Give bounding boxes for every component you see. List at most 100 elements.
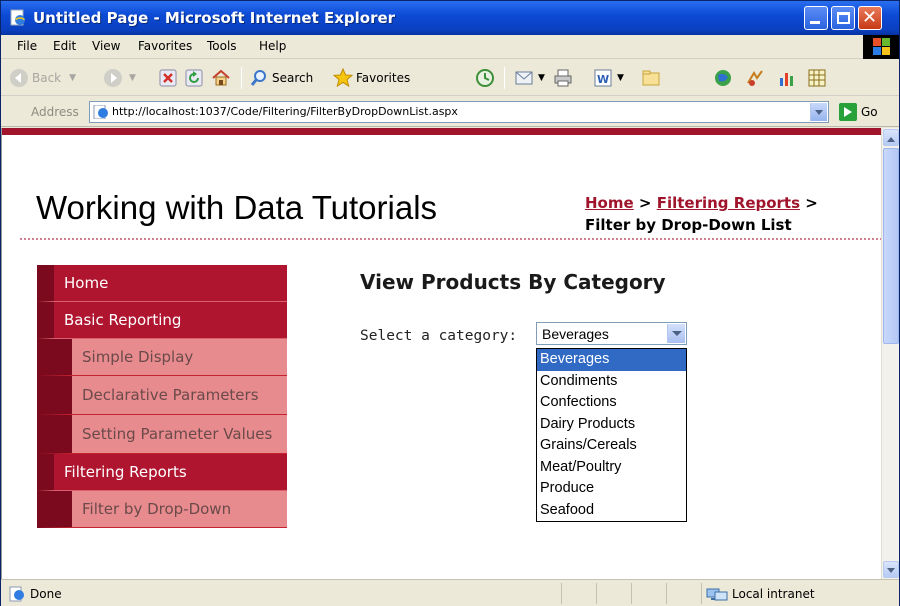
- browser-window: Untitled Page - Microsoft Internet Explo…: [0, 0, 900, 606]
- category-select-value: Beverages: [542, 326, 609, 342]
- menu-view[interactable]: View: [92, 39, 120, 53]
- page-icon: [93, 105, 108, 119]
- history-button[interactable]: [475, 66, 495, 90]
- page-viewport: Working with Data Tutorials Home > Filte…: [1, 128, 881, 579]
- forward-button[interactable]: ▼: [103, 66, 136, 90]
- category-option[interactable]: Confections: [537, 392, 686, 414]
- svg-text:W: W: [597, 73, 609, 86]
- back-button[interactable]: Back ▼: [9, 66, 76, 90]
- research-icon: [747, 70, 763, 86]
- menu-edit[interactable]: Edit: [53, 39, 76, 53]
- category-option[interactable]: Dairy Products: [537, 414, 686, 436]
- search-label: Search: [272, 71, 314, 85]
- stop-button[interactable]: [159, 66, 177, 90]
- sidebar-menu: Home Basic Reporting Simple Display Decl…: [37, 265, 287, 528]
- toolbar: Back ▼ ▼ Search Favorites ▼ W ▼: [1, 60, 899, 96]
- window-title: Untitled Page - Microsoft Internet Explo…: [33, 9, 396, 27]
- print-button[interactable]: [553, 66, 573, 90]
- mail-dropdown-icon: ▼: [538, 73, 545, 83]
- stop-icon: [159, 69, 177, 87]
- status-panel-divider: [561, 583, 562, 604]
- close-icon: ✕: [862, 7, 878, 28]
- header-accent-bar: [2, 128, 881, 135]
- menu-file[interactable]: File: [17, 39, 37, 53]
- scroll-up-arrow-icon[interactable]: [883, 129, 899, 146]
- menu-favorites[interactable]: Favorites: [138, 39, 192, 53]
- intranet-icon: [706, 588, 728, 601]
- close-button[interactable]: ✕: [858, 6, 882, 30]
- chart-icon: [780, 73, 793, 86]
- tools-button[interactable]: [777, 66, 797, 90]
- go-button[interactable]: Go: [839, 103, 878, 121]
- grid-button[interactable]: [807, 66, 827, 90]
- scroll-thumb[interactable]: [883, 148, 899, 344]
- messenger-button[interactable]: [713, 66, 733, 90]
- category-option[interactable]: Condiments: [537, 371, 686, 393]
- security-zone-label: Local intranet: [732, 587, 815, 601]
- menu-item-setting-parameter-values[interactable]: Setting Parameter Values: [37, 415, 287, 454]
- menu-item-simple-display[interactable]: Simple Display: [37, 339, 287, 376]
- back-arrow-icon: [10, 69, 28, 87]
- menu-item-declarative-parameters[interactable]: Declarative Parameters: [37, 376, 287, 415]
- status-done: Done: [9, 586, 62, 602]
- go-label: Go: [861, 105, 878, 119]
- minimize-button[interactable]: [804, 6, 828, 30]
- back-label: Back: [32, 71, 62, 85]
- mail-button[interactable]: ▼: [514, 66, 545, 90]
- address-dropdown-button[interactable]: [810, 103, 827, 121]
- menu-tools[interactable]: Tools: [207, 39, 237, 53]
- maximize-icon: [837, 12, 850, 24]
- breadcrumb-home-link[interactable]: Home: [585, 194, 634, 212]
- menu-item-basic-reporting[interactable]: Basic Reporting: [37, 302, 287, 339]
- status-panel-divider: [631, 583, 632, 604]
- word-icon: W: [594, 69, 612, 87]
- maximize-button[interactable]: [831, 6, 855, 30]
- favorites-star-icon: [333, 68, 353, 88]
- search-button[interactable]: Search: [249, 66, 313, 90]
- menu-item-filter-by-drop-down[interactable]: Filter by Drop-Down: [37, 491, 287, 528]
- status-panel-divider: [701, 583, 702, 604]
- vertical-scrollbar[interactable]: [881, 128, 899, 579]
- go-arrow-icon: [839, 103, 857, 121]
- site-title: Working with Data Tutorials: [36, 189, 438, 226]
- address-input[interactable]: http://localhost:1037/Code/Filtering/Fil…: [89, 101, 829, 123]
- category-select[interactable]: Beverages: [536, 322, 687, 345]
- edit-word-button[interactable]: W ▼: [593, 66, 624, 90]
- category-option[interactable]: Beverages: [537, 349, 686, 371]
- breadcrumb-filtering-link[interactable]: Filtering Reports: [657, 194, 800, 212]
- title-bar[interactable]: Untitled Page - Microsoft Internet Explo…: [1, 1, 899, 35]
- status-panel-divider: [666, 583, 667, 604]
- menu-help[interactable]: Help: [259, 39, 286, 53]
- refresh-button[interactable]: [185, 66, 203, 90]
- discuss-button[interactable]: [641, 66, 661, 90]
- grid-icon: [808, 69, 826, 87]
- favorites-label: Favorites: [356, 71, 411, 85]
- category-option[interactable]: Produce: [537, 478, 686, 500]
- windows-logo-icon: [863, 35, 899, 59]
- menu-item-filtering-reports[interactable]: Filtering Reports: [37, 454, 287, 491]
- forward-arrow-icon: [104, 69, 122, 87]
- status-bar: Done Local intranet: [1, 579, 899, 606]
- scroll-down-arrow-icon[interactable]: [883, 561, 899, 578]
- address-label: Address: [31, 105, 79, 119]
- chevron-down-icon[interactable]: [667, 324, 685, 343]
- category-option[interactable]: Meat/Poultry: [537, 457, 686, 479]
- page-done-icon: [9, 586, 24, 602]
- menu-item-home[interactable]: Home: [37, 265, 287, 302]
- globe-icon: [715, 70, 731, 86]
- address-url: http://localhost:1037/Code/Filtering/Fil…: [112, 105, 458, 118]
- page-heading: View Products By Category: [360, 270, 666, 294]
- category-option[interactable]: Seafood: [537, 500, 686, 522]
- folder-icon: [642, 70, 660, 86]
- toolbar-separator: [504, 67, 505, 89]
- research-button[interactable]: [745, 66, 765, 90]
- search-icon: [250, 70, 266, 86]
- security-zone: Local intranet: [706, 586, 815, 602]
- favorites-button[interactable]: Favorites: [333, 66, 410, 90]
- breadcrumb-separator: >: [638, 194, 652, 212]
- breadcrumb-current: Filter by Drop-Down List: [585, 216, 792, 234]
- history-icon: [476, 69, 494, 87]
- home-button[interactable]: [211, 66, 231, 90]
- category-option[interactable]: Grains/Cereals: [537, 435, 686, 457]
- home-icon: [212, 69, 230, 86]
